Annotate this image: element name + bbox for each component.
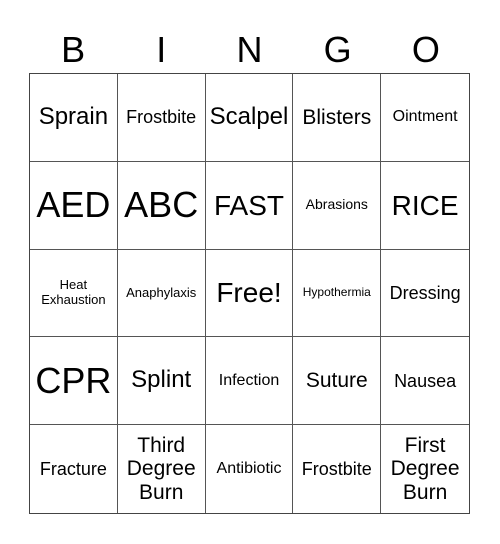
bingo-cell[interactable]: Infection	[205, 337, 294, 426]
bingo-cell[interactable]: Frostbite	[117, 74, 206, 162]
bingo-header: B I N G O	[29, 28, 470, 72]
bingo-cell[interactable]: Hypothermia	[293, 249, 382, 338]
bingo-cell[interactable]: Splint	[117, 337, 206, 426]
bingo-cell[interactable]: Heat Exhaustion	[30, 249, 118, 338]
header-letter-o: O	[411, 29, 440, 70]
header-letter-i: I	[156, 29, 167, 70]
bingo-cell[interactable]: Abrasions	[293, 161, 382, 250]
bingo-cell[interactable]: FAST	[205, 161, 294, 250]
header-letter-g: G	[323, 29, 352, 70]
bingo-cell[interactable]: Third Degree Burn	[118, 425, 206, 513]
bingo-cell[interactable]: Sprain	[30, 74, 118, 162]
bingo-cell[interactable]: CPR	[30, 337, 118, 426]
header-letter-n: N	[236, 29, 263, 70]
header-letter-b: B	[61, 29, 86, 70]
bingo-cell[interactable]: First Degree Burn	[381, 425, 469, 513]
bingo-cell[interactable]: Dressing	[381, 250, 469, 338]
bingo-grid: Sprain Frostbite Scalpel Blisters Ointme…	[29, 73, 470, 514]
bingo-cell[interactable]: Suture	[293, 337, 382, 426]
bingo-cell[interactable]: Antibiotic	[206, 425, 294, 513]
bingo-cell[interactable]: Scalpel	[205, 74, 294, 162]
bingo-cell[interactable]: Fracture	[30, 425, 118, 513]
bingo-cell[interactable]: Nausea	[381, 337, 469, 426]
bingo-cell[interactable]: RICE	[381, 162, 469, 250]
bingo-cell[interactable]: ABC	[117, 161, 206, 250]
bingo-cell[interactable]: Frostbite	[293, 425, 382, 513]
free-space[interactable]: Free!	[205, 249, 294, 338]
bingo-cell[interactable]: Blisters	[293, 74, 382, 162]
bingo-cell[interactable]: Ointment	[381, 74, 469, 162]
bingo-cell[interactable]: AED	[30, 161, 118, 250]
bingo-cell[interactable]: Anaphylaxis	[117, 249, 206, 338]
